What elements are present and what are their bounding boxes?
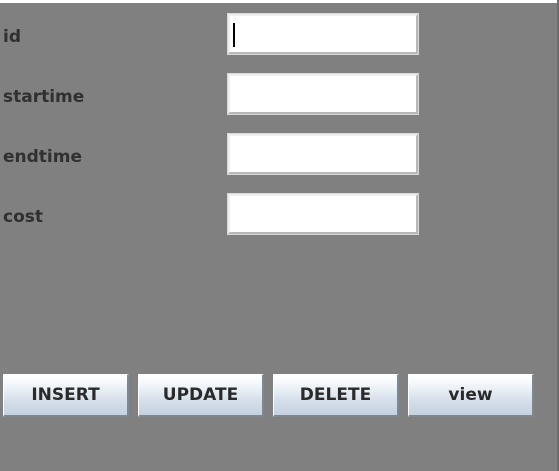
insert-button-label: INSERT: [31, 385, 100, 405]
view-button[interactable]: view: [408, 374, 534, 417]
window-top-border: [0, 0, 559, 3]
id-label: id: [3, 27, 21, 47]
view-button-label: view: [448, 385, 493, 405]
update-button-label: UPDATE: [162, 385, 239, 405]
cost-field[interactable]: [227, 193, 419, 235]
delete-button-label: DELETE: [299, 385, 372, 405]
text-caret: [233, 23, 235, 47]
insert-button[interactable]: INSERT: [3, 374, 129, 417]
endtime-label: endtime: [3, 147, 82, 167]
delete-button[interactable]: DELETE: [273, 374, 399, 417]
startime-field[interactable]: [227, 73, 419, 115]
cost-label: cost: [3, 207, 44, 227]
id-field[interactable]: [227, 13, 419, 55]
startime-label: startime: [3, 87, 85, 107]
endtime-field[interactable]: [227, 133, 419, 175]
update-button[interactable]: UPDATE: [138, 374, 264, 417]
